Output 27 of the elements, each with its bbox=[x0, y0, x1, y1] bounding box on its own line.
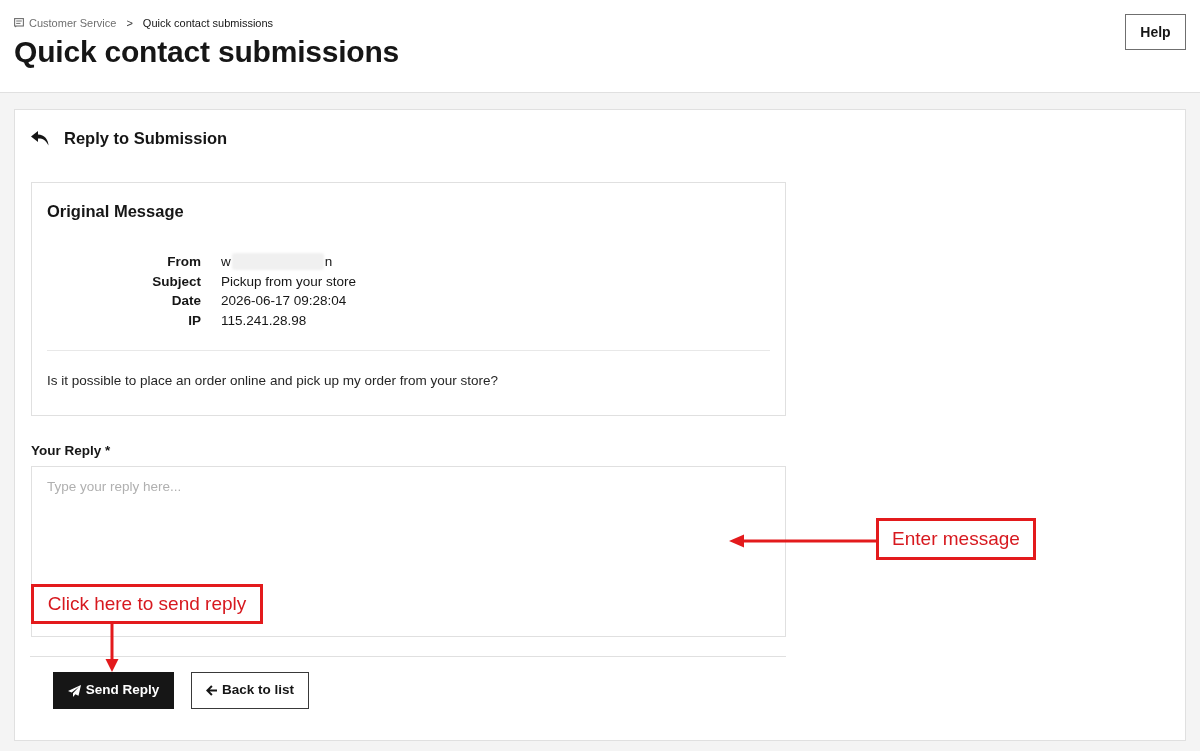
back-button[interactable]: Back to list bbox=[191, 672, 309, 709]
breadcrumb-link[interactable]: Customer Service bbox=[29, 14, 117, 32]
help-button[interactable]: Help bbox=[1125, 14, 1186, 50]
message-icon bbox=[14, 18, 24, 28]
field-label: IP bbox=[188, 311, 201, 330]
reply-icon bbox=[31, 130, 49, 146]
field-value: Pickup from your store bbox=[221, 272, 357, 291]
card-title: Reply to Submission bbox=[64, 127, 228, 149]
field-label: Subject bbox=[152, 272, 201, 291]
message-body: Is it possible to place an order online and pick up my order from your store? bbox=[47, 372, 499, 390]
paper-plane-icon bbox=[67, 684, 81, 697]
field-label: Date bbox=[171, 292, 201, 310]
callout-label: Enter message bbox=[876, 518, 1036, 560]
panel-title: Original Message bbox=[47, 201, 185, 222]
field-value: w bbox=[221, 253, 231, 271]
field-value: 2026-06-17 09:28:04 bbox=[221, 292, 347, 310]
breadcrumb-separator: > bbox=[126, 15, 133, 31]
arrow-left-icon bbox=[206, 685, 217, 696]
field-label: Your Reply * bbox=[31, 443, 111, 459]
breadcrumb-link[interactable]: Quick contact submissions bbox=[142, 14, 274, 32]
send-button[interactable]: Send Reply bbox=[53, 672, 174, 709]
callout-arrow bbox=[105, 623, 119, 672]
field-value: 115.241.28.98 bbox=[221, 311, 307, 330]
field-label: From bbox=[167, 253, 201, 271]
page-title: Quick contact submissions bbox=[14, 34, 400, 70]
field-value: n bbox=[324, 253, 333, 271]
callout-label: Click here to send reply bbox=[31, 584, 263, 624]
